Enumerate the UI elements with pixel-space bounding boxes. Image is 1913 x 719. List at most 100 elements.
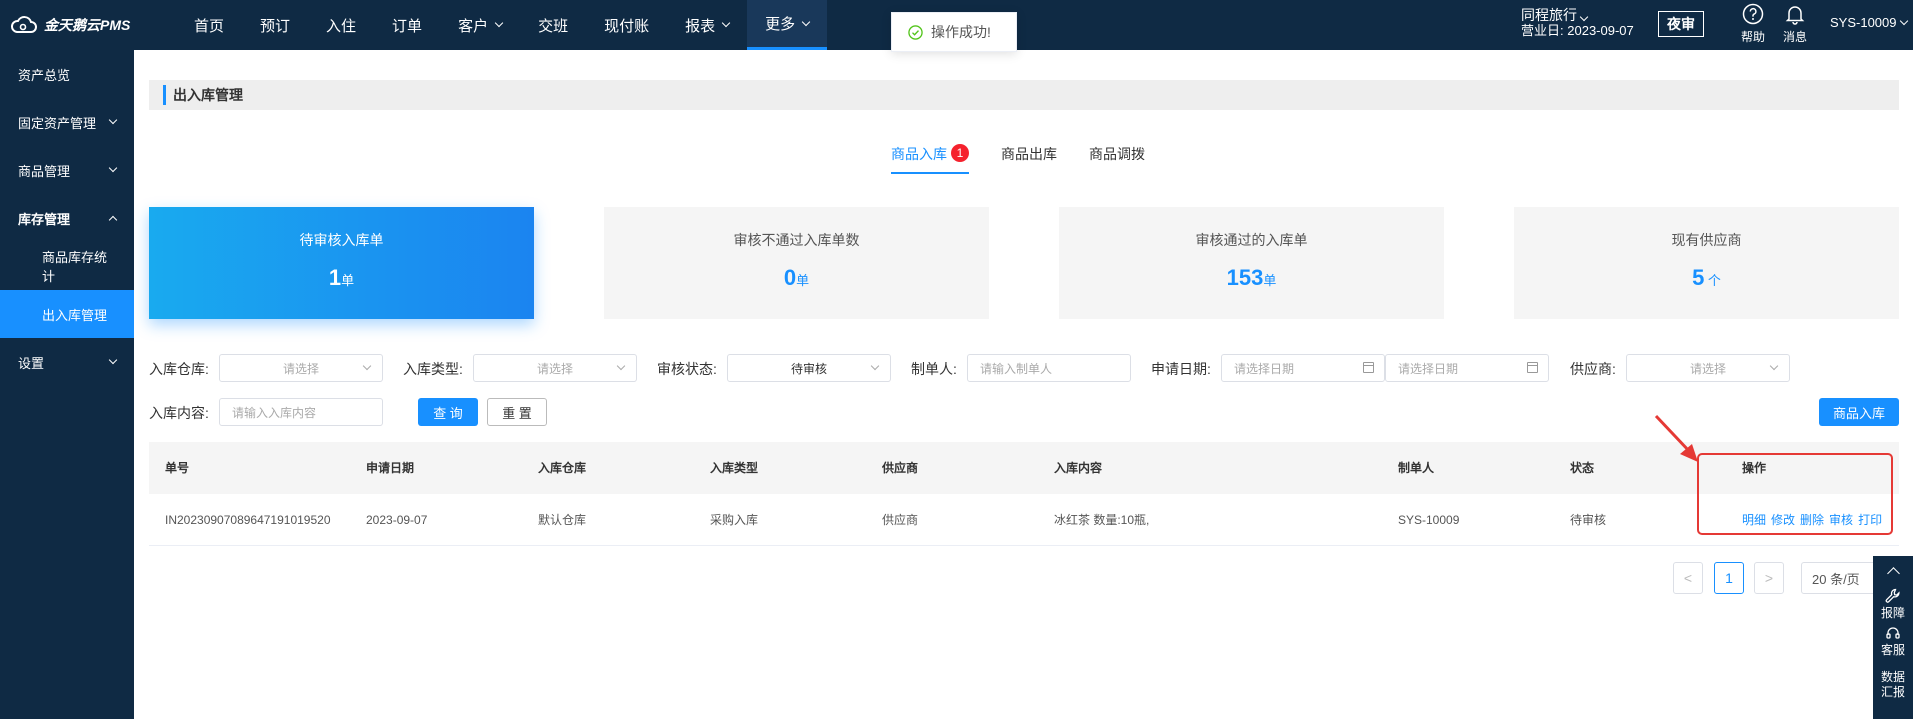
query-button[interactable]: 查 询 bbox=[418, 398, 478, 426]
stat-unit: 单 bbox=[796, 273, 810, 288]
floating-toolbar: 报障 客服 数据汇报 bbox=[1873, 556, 1913, 719]
table-row: IN20230907089647191019520 2023-09-07 默认仓库 采… bbox=[149, 494, 1899, 546]
stat-title: 现有供应商 bbox=[1671, 232, 1742, 248]
sidebar-item-4[interactable]: 商品库存统计 bbox=[0, 242, 134, 290]
edit-link[interactable]: 修改 bbox=[1771, 513, 1795, 527]
main-nav: 首页 预订 入住 订单 客户 交班 现付账 报表 更多 bbox=[176, 0, 828, 50]
brand-name: 金天鹅云PMS bbox=[44, 17, 131, 33]
chevron-down-icon bbox=[1769, 361, 1779, 371]
column-header: 供应商 bbox=[882, 461, 919, 475]
detail-link[interactable]: 明细 bbox=[1742, 513, 1766, 527]
brand-logo[interactable]: 金天鹅云PMS bbox=[10, 13, 130, 37]
type-select[interactable]: 请选择 bbox=[473, 354, 637, 382]
delete-link[interactable]: 删除 bbox=[1800, 513, 1824, 527]
sidebar-item-label: 库存管理 bbox=[18, 211, 71, 227]
report-issue-button[interactable]: 报障 bbox=[1873, 588, 1913, 621]
message-button[interactable]: 消息 bbox=[1775, 3, 1815, 45]
sidebar-item-label: 设置 bbox=[18, 355, 45, 371]
help-button[interactable]: 帮助 bbox=[1733, 3, 1773, 45]
sidebar-item-label: 商品库存统计 bbox=[42, 250, 108, 284]
cell-apply-date: 2023-09-07 bbox=[366, 513, 428, 527]
page-1-button[interactable]: 1 bbox=[1714, 562, 1744, 594]
night-audit-button[interactable]: 夜审 bbox=[1658, 11, 1704, 37]
nav-item-8[interactable]: 更多 bbox=[747, 0, 828, 50]
nav-item-5[interactable]: 交班 bbox=[520, 0, 586, 50]
nav-item-7[interactable]: 报表 bbox=[667, 0, 747, 50]
prev-page-button[interactable]: < bbox=[1673, 562, 1703, 594]
sidebar-item-0[interactable]: 资产总览 bbox=[0, 50, 134, 98]
stat-value: 1 bbox=[328, 265, 342, 290]
nav-item-3[interactable]: 订单 bbox=[374, 0, 440, 50]
stat-card-1[interactable]: 审核不通过入库单数 0单 bbox=[604, 207, 989, 319]
business-day: 2023-09-07 bbox=[1567, 23, 1634, 38]
creator-input[interactable]: 请输入制单人 bbox=[967, 354, 1131, 382]
supplier-select[interactable]: 请选择 bbox=[1626, 354, 1790, 382]
apply-date-label: 申请日期: bbox=[1151, 361, 1211, 377]
nav-item-1[interactable]: 预订 bbox=[242, 0, 308, 50]
content-input[interactable]: 请输入入库内容 bbox=[219, 398, 383, 426]
stat-unit: 个 bbox=[1704, 273, 1721, 288]
tab-0[interactable]: 商品入库 1 bbox=[891, 140, 969, 174]
sidebar-item-label: 固定资产管理 bbox=[18, 115, 97, 131]
warehouse-label: 入库仓库: bbox=[149, 361, 209, 377]
nav-item-0[interactable]: 首页 bbox=[176, 0, 242, 50]
back-to-top-button[interactable] bbox=[1873, 556, 1913, 584]
sidebar-item-label: 资产总览 bbox=[18, 67, 71, 83]
stat-value: 153 bbox=[1226, 265, 1264, 290]
nav-item-6[interactable]: 现付账 bbox=[586, 0, 667, 50]
hotel-info[interactable]: 同程旅行 营业日: 2023-09-07 bbox=[1521, 7, 1634, 39]
chevron-up-icon bbox=[108, 215, 118, 225]
column-header: 单号 bbox=[165, 461, 190, 475]
page-size-select[interactable]: 20 条/页 bbox=[1801, 562, 1881, 594]
audit-status-label: 审核状态: bbox=[657, 361, 717, 377]
audit-link[interactable]: 审核 bbox=[1829, 513, 1853, 527]
help-label: 帮助 bbox=[1740, 30, 1765, 44]
nav-item-label: 更多 bbox=[765, 16, 796, 33]
data-report-button[interactable]: 数据汇报 bbox=[1879, 670, 1907, 700]
cell-creator: SYS-10009 bbox=[1398, 513, 1460, 527]
sidebar-item-1[interactable]: 固定资产管理 bbox=[0, 98, 134, 146]
print-link[interactable]: 打印 bbox=[1858, 513, 1882, 527]
tab-bar: 商品入库 1 商品出库 商品调拨 bbox=[891, 140, 1145, 174]
stat-card-3[interactable]: 现有供应商 5 个 bbox=[1514, 207, 1899, 319]
user-menu[interactable]: SYS-10009 bbox=[1830, 15, 1908, 30]
column-header: 状态 bbox=[1570, 461, 1595, 475]
message-label: 消息 bbox=[1782, 30, 1807, 44]
column-header: 操作 bbox=[1742, 461, 1767, 475]
stat-title: 待审核入库单 bbox=[299, 232, 384, 248]
cell-status: 待审核 bbox=[1570, 513, 1607, 527]
stat-card-0[interactable]: 待审核入库单 1单 bbox=[149, 207, 534, 319]
warehouse-select[interactable]: 请选择 bbox=[219, 354, 383, 382]
cell-type: 采购入库 bbox=[710, 513, 759, 527]
nav-item-4[interactable]: 客户 bbox=[440, 0, 520, 50]
column-header: 入库类型 bbox=[710, 461, 759, 475]
tab-2[interactable]: 商品调拨 bbox=[1089, 140, 1145, 174]
nav-item-label: 入住 bbox=[326, 17, 357, 35]
nav-item-label: 现付账 bbox=[604, 17, 650, 35]
add-stock-in-button[interactable]: 商品入库 bbox=[1819, 398, 1899, 426]
count-badge: 1 bbox=[951, 144, 969, 162]
stat-card-2[interactable]: 审核通过的入库单 153单 bbox=[1059, 207, 1444, 319]
sidebar-item-2[interactable]: 商品管理 bbox=[0, 146, 134, 194]
cell-supplier: 供应商 bbox=[882, 513, 919, 527]
sidebar-item-6[interactable]: 设置 bbox=[0, 338, 134, 386]
chevron-up-icon bbox=[1886, 566, 1900, 580]
stat-title: 审核通过的入库单 bbox=[1195, 232, 1308, 248]
customer-service-button[interactable]: 客服 bbox=[1873, 625, 1913, 658]
sidebar-item-3[interactable]: 库存管理 bbox=[0, 194, 134, 242]
table-header: 单号 申请日期 入库仓库 入库类型 供应商 入库内容 制单人 状态 操作 bbox=[149, 442, 1899, 494]
chevron-down-icon bbox=[108, 355, 118, 365]
tab-1[interactable]: 商品出库 bbox=[1001, 140, 1057, 174]
reset-button[interactable]: 重 置 bbox=[487, 398, 547, 426]
content-label: 入库内容: bbox=[149, 405, 209, 421]
next-page-button[interactable]: > bbox=[1754, 562, 1784, 594]
end-date-input[interactable]: 请选择日期 bbox=[1385, 354, 1549, 382]
stat-unit: 单 bbox=[1263, 273, 1277, 288]
business-day-label: 营业日: bbox=[1521, 23, 1564, 38]
sidebar-item-5[interactable]: 出入库管理 bbox=[0, 290, 134, 338]
nav-item-2[interactable]: 入住 bbox=[308, 0, 374, 50]
start-date-input[interactable]: 请选择日期 bbox=[1221, 354, 1385, 382]
chevron-down-icon bbox=[721, 18, 731, 28]
bell-icon bbox=[1785, 6, 1805, 25]
audit-status-select[interactable]: 待审核 bbox=[727, 354, 891, 382]
